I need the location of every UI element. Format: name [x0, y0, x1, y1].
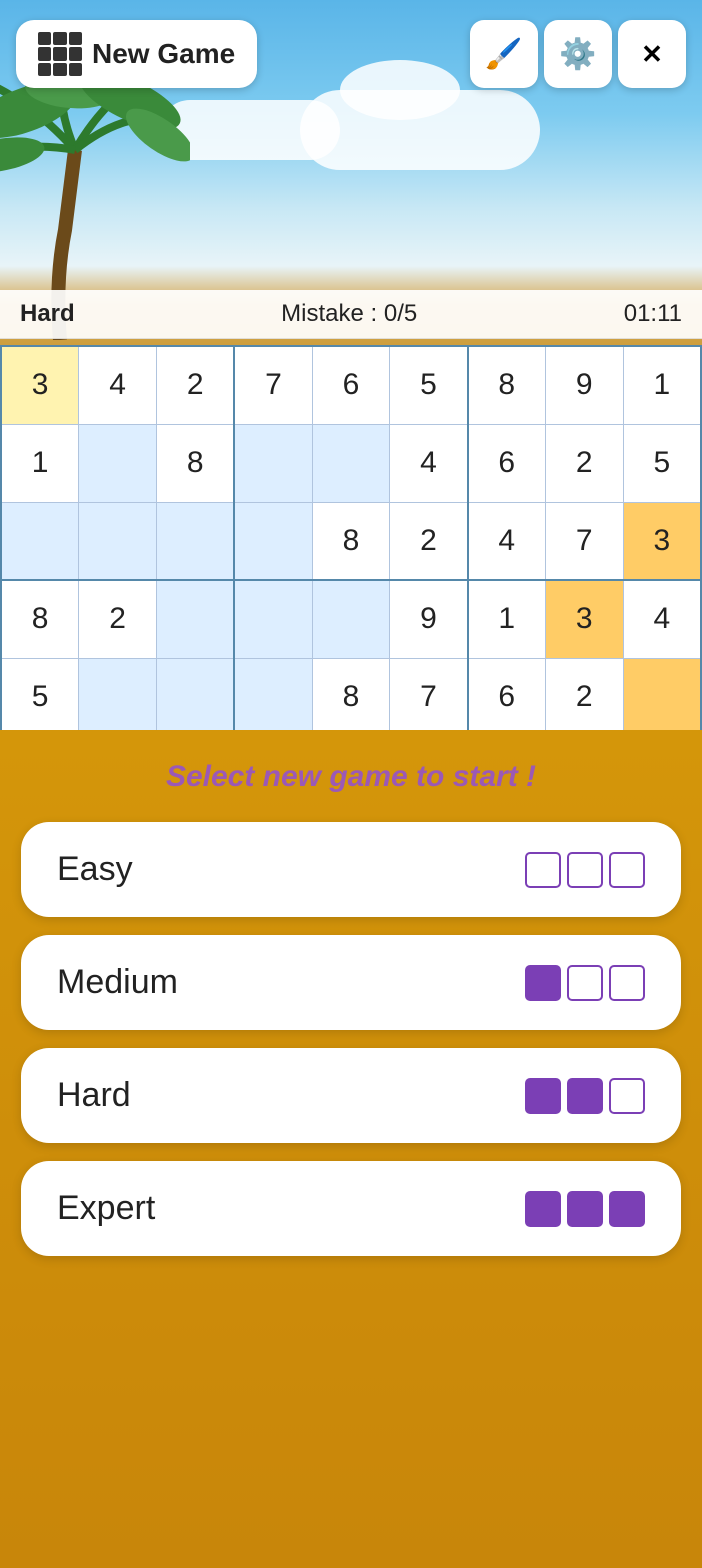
- sudoku-cell[interactable]: 6: [468, 424, 546, 502]
- sudoku-cell[interactable]: 4: [623, 580, 701, 658]
- expert-bar-3: [609, 1191, 645, 1227]
- difficulty-overlay: Select new game to start ! Easy Medium H…: [0, 730, 702, 1568]
- new-game-button[interactable]: New Game: [16, 20, 257, 88]
- medium-label: Medium: [57, 963, 178, 1002]
- easy-bar-2: [567, 852, 603, 888]
- hard-bar-3: [609, 1078, 645, 1114]
- sudoku-cell[interactable]: 3: [623, 502, 701, 580]
- sudoku-cell[interactable]: 1: [1, 424, 79, 502]
- sudoku-cell[interactable]: 4: [468, 502, 546, 580]
- sudoku-cell[interactable]: 1: [623, 346, 701, 424]
- medium-bars: [525, 965, 645, 1001]
- sudoku-cell[interactable]: [234, 502, 312, 580]
- sudoku-cell[interactable]: [79, 658, 157, 736]
- sudoku-cell[interactable]: 9: [545, 346, 623, 424]
- paint-button[interactable]: 🖌️: [470, 20, 538, 88]
- grid-icon: [38, 32, 82, 76]
- expert-bars: [525, 1191, 645, 1227]
- sudoku-cell[interactable]: 6: [312, 346, 390, 424]
- expert-button[interactable]: Expert: [21, 1161, 681, 1256]
- top-icons-group: 🖌️ ⚙️ ✕: [470, 20, 686, 88]
- sudoku-cell[interactable]: 2: [545, 658, 623, 736]
- medium-bar-1: [525, 965, 561, 1001]
- status-bar: Hard Mistake : 0/5 01:11: [0, 290, 702, 339]
- sudoku-cell[interactable]: 4: [390, 424, 468, 502]
- easy-bar-1: [525, 852, 561, 888]
- sudoku-cell[interactable]: 7: [390, 658, 468, 736]
- medium-bar-3: [609, 965, 645, 1001]
- sudoku-cell[interactable]: [157, 658, 235, 736]
- sudoku-cell[interactable]: 5: [623, 424, 701, 502]
- sudoku-cell[interactable]: 6: [468, 658, 546, 736]
- sudoku-cell[interactable]: [157, 502, 235, 580]
- sudoku-cell[interactable]: [623, 658, 701, 736]
- top-bar: New Game 🖌️ ⚙️ ✕: [0, 20, 702, 88]
- close-button[interactable]: ✕: [618, 20, 686, 88]
- hard-bars: [525, 1078, 645, 1114]
- sudoku-cell[interactable]: [312, 424, 390, 502]
- timer-label: 01:11: [624, 300, 682, 328]
- sudoku-cell[interactable]: [79, 502, 157, 580]
- sudoku-cell[interactable]: [312, 580, 390, 658]
- hard-bar-1: [525, 1078, 561, 1114]
- sudoku-cell[interactable]: 8: [1, 580, 79, 658]
- settings-button[interactable]: ⚙️: [544, 20, 612, 88]
- settings-icon: ⚙️: [559, 37, 596, 72]
- sudoku-cell[interactable]: 2: [545, 424, 623, 502]
- sudoku-cell[interactable]: 8: [157, 424, 235, 502]
- sudoku-cell[interactable]: [157, 580, 235, 658]
- easy-button[interactable]: Easy: [21, 822, 681, 917]
- sudoku-cell[interactable]: [79, 424, 157, 502]
- cloud-2: [300, 90, 540, 170]
- easy-bars: [525, 852, 645, 888]
- sudoku-cell[interactable]: 2: [157, 346, 235, 424]
- hard-label: Hard: [57, 1076, 131, 1115]
- sudoku-cell[interactable]: 5: [1, 658, 79, 736]
- sudoku-cell[interactable]: 4: [79, 346, 157, 424]
- sudoku-cell[interactable]: 8: [312, 658, 390, 736]
- hard-button[interactable]: Hard: [21, 1048, 681, 1143]
- sudoku-cell[interactable]: 2: [79, 580, 157, 658]
- expert-bar-2: [567, 1191, 603, 1227]
- medium-bar-2: [567, 965, 603, 1001]
- sudoku-cell[interactable]: 3: [545, 580, 623, 658]
- sudoku-cell[interactable]: [1, 502, 79, 580]
- expert-label: Expert: [57, 1189, 155, 1228]
- difficulty-label: Hard: [20, 300, 75, 328]
- paint-icon: 🖌️: [485, 37, 522, 72]
- sudoku-cell[interactable]: 8: [312, 502, 390, 580]
- easy-label: Easy: [57, 850, 133, 889]
- close-icon: ✕: [641, 39, 663, 70]
- sudoku-grid-section: 3427658911846258247382913458762: [0, 345, 702, 737]
- sudoku-cell[interactable]: [234, 658, 312, 736]
- sudoku-cell[interactable]: 8: [468, 346, 546, 424]
- expert-bar-1: [525, 1191, 561, 1227]
- sudoku-cell[interactable]: [234, 424, 312, 502]
- sudoku-cell[interactable]: 2: [390, 502, 468, 580]
- sudoku-cell[interactable]: [234, 580, 312, 658]
- sudoku-cell[interactable]: 7: [545, 502, 623, 580]
- easy-bar-3: [609, 852, 645, 888]
- mistakes-label: Mistake : 0/5: [281, 300, 417, 328]
- sudoku-cell[interactable]: 9: [390, 580, 468, 658]
- select-prompt: Select new game to start !: [166, 760, 536, 794]
- hard-bar-2: [567, 1078, 603, 1114]
- medium-button[interactable]: Medium: [21, 935, 681, 1030]
- sudoku-cell[interactable]: 1: [468, 580, 546, 658]
- sudoku-cell[interactable]: 7: [234, 346, 312, 424]
- sudoku-cell[interactable]: 3: [1, 346, 79, 424]
- sudoku-cell[interactable]: 5: [390, 346, 468, 424]
- sudoku-grid: 3427658911846258247382913458762: [0, 345, 702, 737]
- new-game-label: New Game: [92, 38, 235, 70]
